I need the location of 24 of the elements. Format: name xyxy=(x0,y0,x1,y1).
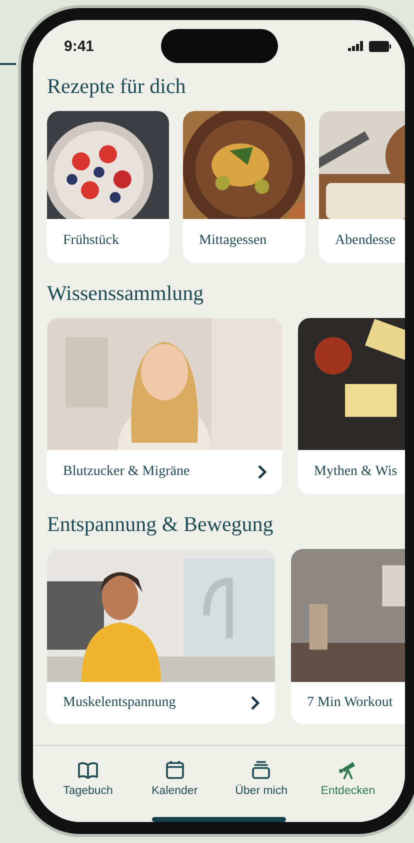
card-title: Frühstück xyxy=(63,233,119,249)
card-title: Blutzucker & Migräne xyxy=(63,464,190,480)
content-card[interactable]: 7 Min Workout xyxy=(291,549,405,724)
recipe-card[interactable]: Abendesse xyxy=(319,111,405,263)
card-title: Mythen & Wis xyxy=(314,464,398,480)
battery-icon xyxy=(369,40,391,52)
tab-item[interactable]: Über mich xyxy=(226,758,296,797)
section-heading: Wissenssammlung xyxy=(47,281,205,306)
content-card[interactable]: Blutzucker & Migräne xyxy=(47,318,282,494)
content-card[interactable]: Mythen & Wis xyxy=(298,318,405,494)
section-heading: Entspannung & Bewegung xyxy=(47,512,274,537)
card-title: Abendesse xyxy=(335,233,396,249)
tab-item[interactable]: Entdecken xyxy=(312,758,383,797)
recipe-card[interactable]: Mittagessen xyxy=(183,111,305,263)
section-heading: Rezepte für dich xyxy=(47,74,187,99)
content-card[interactable]: Muskelentspannung xyxy=(47,549,275,724)
status-time: 9:41 xyxy=(64,38,94,54)
tab-item[interactable]: Kalender xyxy=(140,758,210,797)
card-title: Mittagessen xyxy=(199,233,267,249)
signal-icon xyxy=(348,41,364,51)
card-title: Muskelentspannung xyxy=(63,695,176,711)
tab-item[interactable]: Tagebuch xyxy=(53,758,123,797)
card-title: 7 Min Workout xyxy=(307,695,393,711)
recipe-card[interactable]: Frühstück xyxy=(47,111,169,263)
